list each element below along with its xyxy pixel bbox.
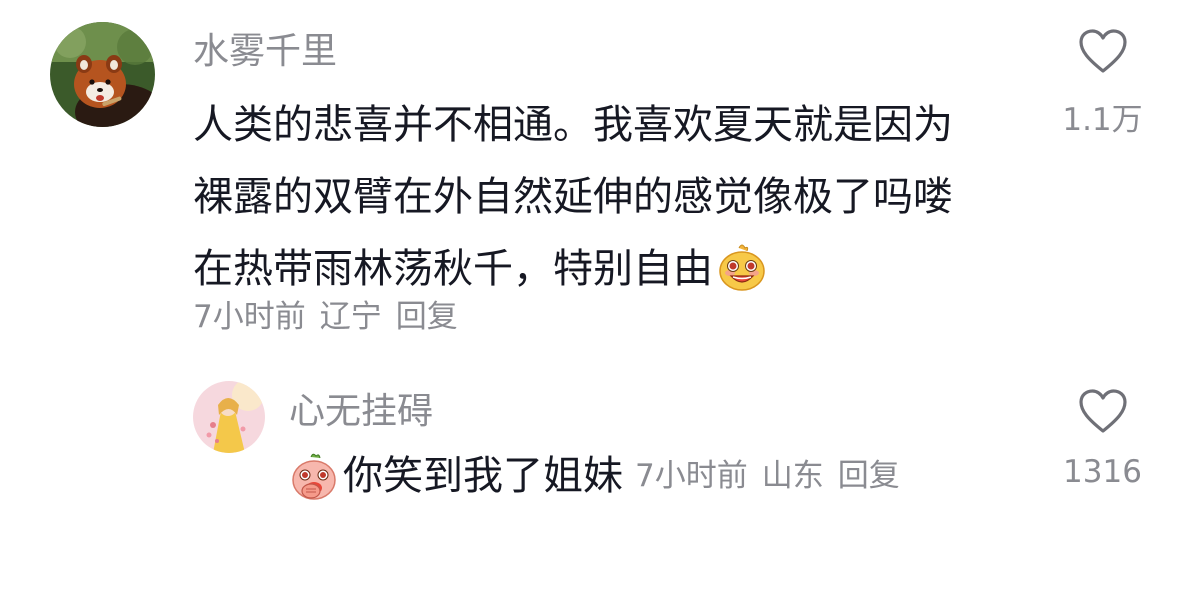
covering-mouth-laugh-emoji-icon — [289, 451, 339, 501]
comment-location: 山东 — [761, 458, 824, 494]
comment-meta: 7小时前 山东 回复 — [635, 448, 914, 504]
reply-button[interactable]: 回复 — [838, 458, 900, 494]
comment-row: 你笑到我了姐妹 7小时前 山东 回复 — [289, 448, 914, 504]
comment-text-line: 人类的悲喜并不相通。我喜欢夏天就是因为 — [193, 102, 953, 148]
comment-time: 7小时前 — [193, 299, 306, 335]
username[interactable]: 水雾千里 — [193, 30, 337, 74]
heart-icon[interactable] — [1078, 388, 1128, 434]
user-avatar[interactable] — [193, 381, 265, 453]
user-avatar[interactable] — [50, 22, 155, 127]
red-panda-avatar-icon — [50, 22, 155, 127]
comment-meta: 7小时前 辽宁 回复 — [193, 297, 472, 337]
reply-button[interactable]: 回复 — [396, 299, 458, 335]
like-count: 1.1万 — [1062, 102, 1143, 138]
grinning-face-emoji-icon — [717, 242, 767, 292]
comment-time: 7小时前 — [635, 458, 748, 494]
illustrated-girl-avatar-icon — [193, 381, 265, 453]
username[interactable]: 心无挂碍 — [289, 390, 433, 434]
comment-text-line: 在热带雨林荡秋千，特别自由 — [193, 233, 953, 305]
like-count: 1316 — [1063, 454, 1142, 490]
comment-text: 人类的悲喜并不相通。我喜欢夏天就是因为 裸露的双臂在外自然延伸的感觉像极了吗喽 … — [193, 89, 953, 305]
like-button[interactable]: 1.1万 — [1055, 28, 1150, 139]
comment-location: 辽宁 — [319, 299, 382, 335]
comment-text-line-content: 在热带雨林荡秋千，特别自由 — [193, 246, 713, 292]
comment-1: 水雾千里 人类的悲喜并不相通。我喜欢夏天就是因为 裸露的双臂在外自然延伸的感觉像… — [0, 0, 1179, 350]
comment-text-line: 裸露的双臂在外自然延伸的感觉像极了吗喽 — [193, 174, 953, 220]
comment-text: 你笑到我了姐妹 — [343, 453, 623, 499]
heart-icon[interactable] — [1078, 28, 1128, 74]
like-button[interactable]: 1316 — [1055, 388, 1150, 490]
comment-2: 心无挂碍 你笑到我了姐妹 7小时前 山东 回复 1316 — [0, 350, 1179, 613]
